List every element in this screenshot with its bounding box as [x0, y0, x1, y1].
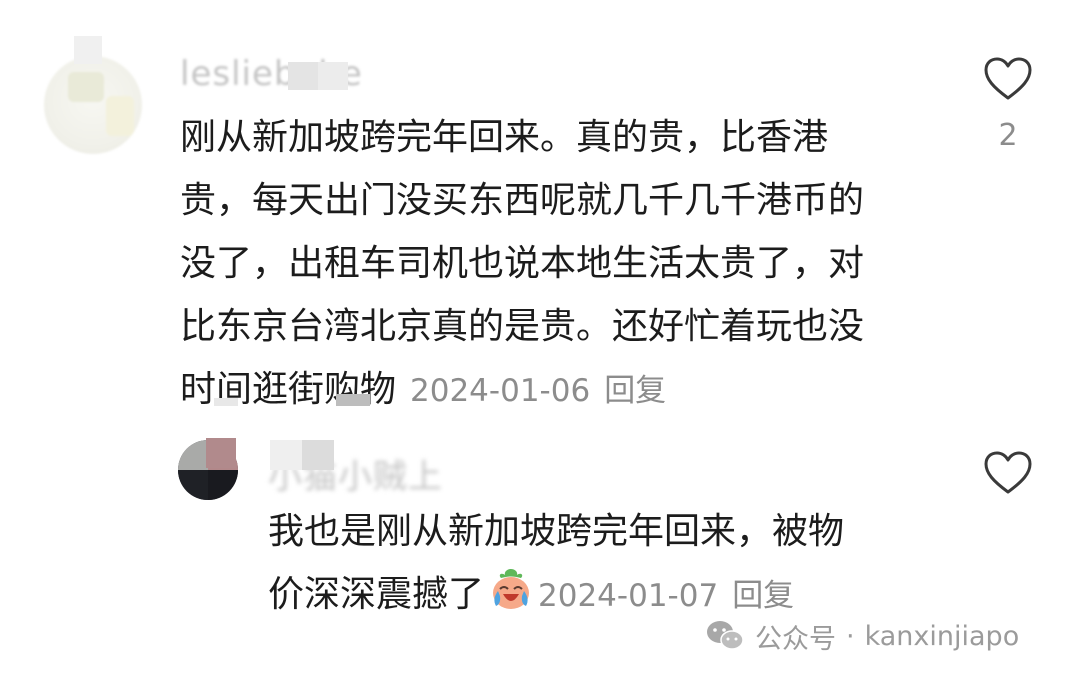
avatar-blur-patch [68, 72, 104, 102]
watermark-account: kanxinjiapo [864, 620, 1020, 652]
avatar-blur-patch [106, 96, 134, 136]
mosaic-patch [206, 438, 236, 468]
comment-line: 价深深震撼了 [268, 574, 485, 615]
mosaic-patch [302, 440, 334, 470]
mosaic-patch [270, 440, 302, 470]
like-button[interactable] [983, 56, 1033, 106]
crying-laughing-emoji-icon [493, 569, 530, 609]
heart-outline-icon [984, 451, 1032, 494]
mosaic-patch [318, 62, 348, 90]
mosaic-patch [336, 394, 370, 406]
reply-button[interactable]: 回复 [604, 373, 666, 409]
watermark-separator: · [846, 620, 855, 652]
comment-line-last: 时间逛街购物 2024-01-06 回复 [180, 358, 864, 423]
mosaic-patch [288, 62, 318, 90]
mosaic-patch [214, 398, 238, 406]
comment-line: 贵，每天出门没买东西呢就几千几千港币的 [180, 180, 865, 221]
comment-body: 刚从新加坡跨完年回来。真的贵，比香港 贵，每天出门没买东西呢就几千几千港币的 没… [180, 106, 864, 423]
comment-body: 我也是刚从新加坡跨完年回来，被物 价深深震撼了 2024-01-07 回复 [268, 500, 844, 628]
watermark-label: 公众号 [755, 623, 836, 655]
mosaic-patch [74, 36, 102, 64]
comment-line: 比东京台湾北京真的是贵。还好忙着玩也没 [180, 306, 865, 347]
comment-date: 2024-01-06 [410, 373, 591, 409]
comment-line: 没了，出租车司机也说本地生活太贵了，对 [180, 243, 865, 284]
reply-button[interactable]: 回复 [732, 578, 794, 614]
like-button[interactable] [983, 450, 1033, 500]
comment-date: 2024-01-07 [538, 578, 719, 614]
like-count: 2 [998, 118, 1018, 153]
avatar[interactable] [44, 56, 142, 154]
comment-line: 我也是刚从新加坡跨完年回来，被物 [268, 511, 845, 552]
wechat-icon [707, 621, 744, 650]
watermark: 公众号 · kanxinjiapo [705, 616, 1019, 656]
comment-line: 刚从新加坡跨完年回来。真的贵，比香港 [180, 117, 829, 158]
heart-outline-icon [984, 57, 1032, 100]
